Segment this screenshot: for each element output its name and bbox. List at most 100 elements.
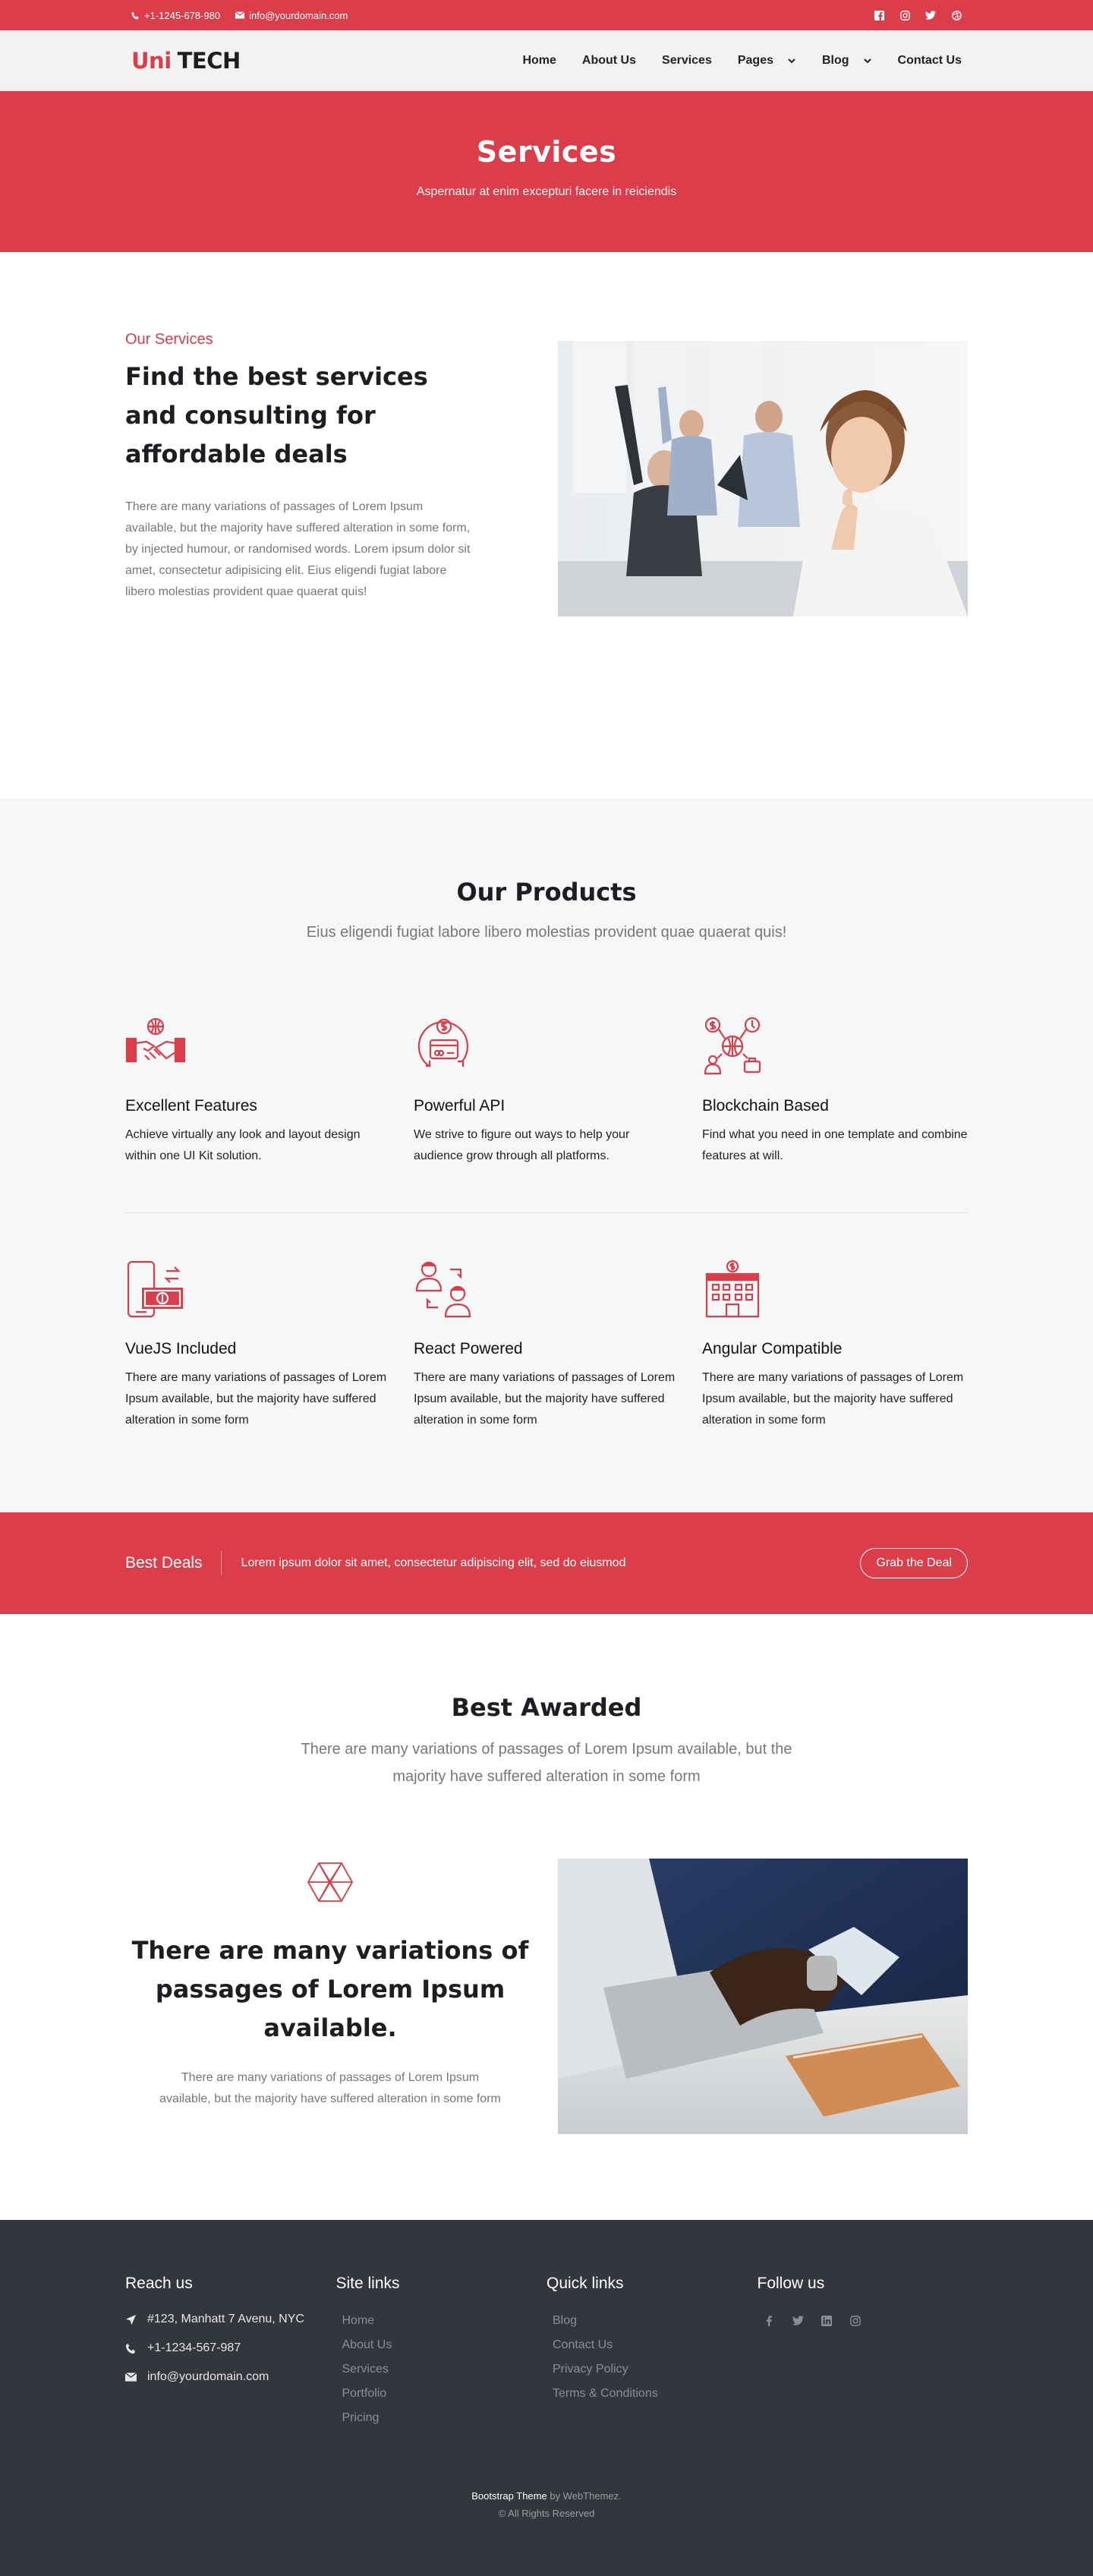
bank-building-icon <box>705 1260 760 1318</box>
nav-home[interactable]: Home <box>522 54 556 68</box>
feature-title: React Powered <box>414 1340 523 1357</box>
footer-address: #123, Manhatt 7 Avenu, NYC <box>125 2313 336 2326</box>
nav-blog[interactable]: Blog <box>822 54 872 68</box>
feature-text: There are many variations of passages of… <box>702 1371 964 1427</box>
awarded-title: Best Awarded <box>451 1693 642 1722</box>
feature-card: Angular Compatible There are many variat… <box>702 1259 968 1431</box>
nav-about[interactable]: About Us <box>582 54 636 68</box>
feature-card: Powerful API We strive to figure out way… <box>414 1016 679 1167</box>
feature-title: Angular Compatible <box>702 1340 843 1357</box>
feature-card: Excellent Features Achieve virtually any… <box>125 1016 391 1167</box>
twitter-icon[interactable] <box>792 2316 805 2328</box>
feature-title: VueJS Included <box>125 1340 237 1357</box>
footer-credit-by: by WebThemez. <box>550 2490 622 2502</box>
footer-link-portfolio[interactable]: Portfolio <box>336 2387 547 2401</box>
best-deals-bar: Best Deals Lorem ipsum dolor sit amet, c… <box>0 1512 1093 1614</box>
feature-text: Find what you need in one template and c… <box>702 1128 968 1162</box>
footer-link-privacy[interactable]: Privacy Policy <box>546 2363 758 2376</box>
footer-email[interactable]: info@yourdomain.com <box>125 2370 336 2384</box>
grab-deal-button[interactable]: Grab the Deal <box>860 1548 968 1578</box>
products-subtitle: Eius eligendi fugiat labore libero moles… <box>306 924 787 941</box>
handshake-globe-icon <box>125 1017 186 1063</box>
main-navbar: Uni TECH Home About Us Services Pages Blo… <box>0 30 1093 91</box>
nav-pages-label: Pages <box>737 54 773 67</box>
awarded-body: There are many variations of passages of… <box>159 2071 501 2105</box>
top-email-text: info@yourdomain.com <box>249 9 348 21</box>
laptop-typing-photo <box>558 1859 968 2134</box>
feature-card: React Powered There are many variations … <box>414 1259 679 1431</box>
footer-email-text: info@yourdomain.com <box>147 2370 269 2383</box>
instagram-icon[interactable] <box>849 2316 862 2328</box>
twitter-icon[interactable] <box>925 10 936 20</box>
team-celebration-photo <box>558 341 968 616</box>
feature-card: VueJS Included There are many variations… <box>125 1259 391 1431</box>
footer-site-links-title: Site links <box>335 2275 400 2292</box>
chevron-down-icon <box>788 58 795 64</box>
top-bar: +1-1245-678-980 info@yourdomain.com <box>0 0 1093 30</box>
footer-link-blog[interactable]: Blog <box>546 2314 758 2328</box>
footer-link-contact[interactable]: Contact Us <box>546 2338 758 2352</box>
footer-follow-us: Follow us <box>758 2275 969 2425</box>
envelope-icon <box>125 2373 137 2382</box>
nav-pages[interactable]: Pages <box>738 54 796 68</box>
top-phone-text: +1-1245-678-980 <box>144 9 221 21</box>
page-title: Services <box>476 135 617 169</box>
linkedin-icon[interactable] <box>821 2316 833 2328</box>
feature-text: There are many variations of passages of… <box>414 1371 676 1427</box>
footer-link-services[interactable]: Services <box>336 2363 547 2376</box>
facebook-icon[interactable] <box>764 2316 776 2328</box>
intro-eyebrow: Our Services <box>125 331 213 348</box>
intro-text: Our Services Find the best services and … <box>125 331 474 616</box>
deal-text: Lorem ipsum dolor sit amet, consectetur … <box>241 1556 626 1569</box>
feature-card: Blockchain Based Find what you need in o… <box>702 1016 968 1167</box>
mobile-payment-icon <box>127 1260 183 1318</box>
footer-rights: © All Rights Reserved <box>498 2508 595 2519</box>
footer-site-links: Site links Home About Us Services Portfo… <box>336 2275 547 2425</box>
instagram-icon[interactable] <box>899 10 910 20</box>
top-email[interactable]: info@yourdomain.com <box>235 10 348 21</box>
feature-title: Excellent Features <box>125 1097 257 1115</box>
network-people-icon <box>704 1017 761 1075</box>
footer-theme-link[interactable]: Bootstrap Theme <box>471 2490 546 2502</box>
feature-title: Powerful API <box>414 1097 506 1115</box>
location-arrow-icon <box>125 2314 137 2325</box>
features-row-1: Excellent Features Achieve virtually any… <box>125 1016 968 1167</box>
top-contact: +1-1245-678-980 info@yourdomain.com <box>131 10 348 21</box>
top-phone[interactable]: +1-1245-678-980 <box>131 10 220 21</box>
page-subtitle: Aspernatur at enim excepturi facere in r… <box>416 185 677 198</box>
footer-phone[interactable]: +1-1234-567-987 <box>125 2341 336 2355</box>
feature-text: There are many variations of passages of… <box>125 1371 387 1427</box>
footer-phone-text: +1-1234-567-987 <box>147 2341 241 2354</box>
feature-title: Blockchain Based <box>702 1097 829 1115</box>
people-exchange-icon <box>415 1261 471 1318</box>
envelope-icon <box>235 11 245 19</box>
services-intro-section: Our Services Find the best services and … <box>0 252 1093 799</box>
intro-heading: Find the best services and consulting fo… <box>125 362 428 468</box>
nav-contact[interactable]: Contact Us <box>898 54 962 68</box>
footer-link-pricing[interactable]: Pricing <box>336 2411 547 2425</box>
features-row-2: VueJS Included There are many variations… <box>125 1259 968 1431</box>
features-divider <box>125 1212 968 1213</box>
nav-services[interactable]: Services <box>662 54 712 68</box>
deal-title: Best Deals <box>125 1551 222 1575</box>
dribbble-icon[interactable] <box>951 10 962 20</box>
footer-link-terms[interactable]: Terms & Conditions <box>546 2387 758 2401</box>
nav-blog-label: Blog <box>822 54 849 67</box>
intro-body: There are many variations of passages of… <box>125 500 471 598</box>
footer-reach-title: Reach us <box>125 2275 193 2292</box>
brand-logo[interactable]: Uni TECH <box>131 48 241 74</box>
footer-reach-us: Reach us #123, Manhatt 7 Avenu, NYC +1-1… <box>125 2275 336 2425</box>
phone-icon <box>125 2343 136 2354</box>
footer-link-home[interactable]: Home <box>336 2314 547 2328</box>
awarded-text: There are many variations of passages of… <box>125 1859 535 2134</box>
facebook-icon[interactable] <box>874 10 884 20</box>
brand-part2: TECH <box>177 48 241 74</box>
footer-address-text: #123, Manhatt 7 Avenu, NYC <box>147 2313 304 2325</box>
footer-link-about[interactable]: About Us <box>336 2338 547 2352</box>
hexagon-icon <box>307 1862 354 1902</box>
page-header: Services Aspernatur at enim excepturi fa… <box>0 91 1093 252</box>
feature-text: We strive to figure out ways to help you… <box>414 1128 630 1162</box>
footer-quick-links-title: Quick links <box>546 2275 624 2292</box>
chevron-down-icon <box>863 58 871 64</box>
best-awarded-section: Best Awarded There are many variations o… <box>0 1614 1093 2220</box>
